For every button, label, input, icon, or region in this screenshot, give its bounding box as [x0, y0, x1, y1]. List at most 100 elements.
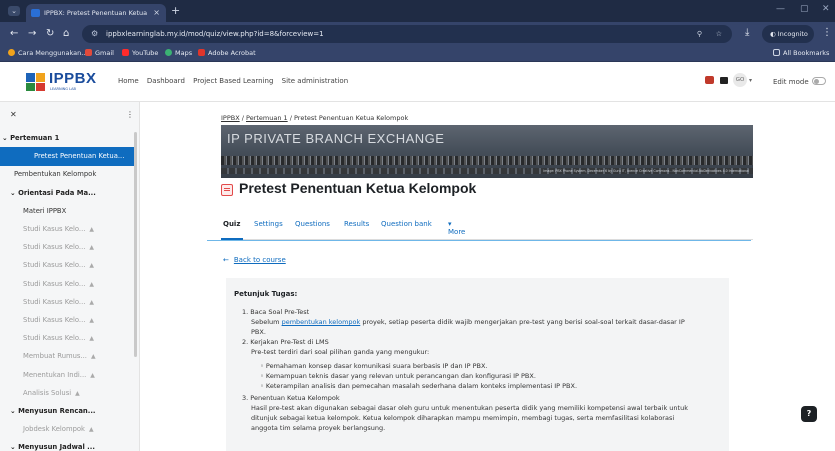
tab-results[interactable]: Results	[344, 220, 369, 228]
page-title: Pretest Penentuan Ketua Kelompok	[239, 180, 477, 196]
reload-icon[interactable]: ↻	[46, 28, 54, 39]
bookmark-item[interactable]: Adobe Acrobat	[198, 49, 256, 57]
folder-icon	[773, 49, 780, 56]
drawer-options-icon[interactable]: ⋮	[126, 110, 134, 119]
bookmark-star-icon[interactable]: ☆	[716, 25, 722, 43]
nav-project-based-learning[interactable]: Project Based Learning	[193, 77, 273, 85]
bookmark-item[interactable]: Gmail	[85, 49, 114, 57]
sidebar-item[interactable]: Analisis Solusi ▲	[0, 384, 134, 403]
chevron-down-icon[interactable]: ⌄	[10, 407, 18, 415]
breadcrumb-section[interactable]: Pertemuan 1	[246, 114, 288, 122]
breadcrumb-course[interactable]: IPPBX	[221, 114, 240, 122]
tab-quiz[interactable]: Quiz	[223, 220, 240, 228]
bookmark-label: Maps	[175, 49, 193, 57]
forward-arrow-icon[interactable]: →	[28, 28, 36, 39]
chevron-down-icon[interactable]: ⌄	[2, 134, 10, 142]
bookmark-item[interactable]: Cara Menggunakan...	[8, 49, 87, 57]
close-tab-icon[interactable]: ×	[153, 4, 160, 22]
sidebar-section[interactable]: ⌄ Menyusun Rencan...	[0, 402, 134, 421]
sidebar-item[interactable]: Materi IPPBX	[0, 202, 134, 221]
sidebar-item-label: Materi IPPBX	[23, 206, 67, 215]
sidebar-item[interactable]: Studi Kasus Kelo... ▲	[0, 275, 134, 294]
sidebar-item[interactable]: Studi Kasus Kelo... ▲	[0, 256, 134, 275]
step-1-text-pre: Sebelum	[251, 318, 282, 326]
user-menu-chevron-icon[interactable]: ▾	[749, 77, 752, 84]
bullet-text: Keterampilan analisis dan pemecahan masa…	[265, 382, 578, 390]
header-icons	[705, 76, 729, 86]
sidebar-item[interactable]: Membuat Rumus... ▲	[0, 347, 134, 366]
browser-tab[interactable]: IPPBX: Pretest Penentuan Ketua ×	[26, 4, 166, 22]
sidebar-section[interactable]: ⌄ Menyusun Jadwal ...	[0, 438, 134, 451]
tab-more-label: More	[448, 228, 466, 236]
sidebar-scrollbar[interactable]	[134, 132, 137, 357]
bookmark-label: Adobe Acrobat	[208, 49, 256, 57]
bookmarks-bar: Cara Menggunakan... Gmail YouTube Maps A…	[0, 46, 835, 62]
arrow-left-icon: ←	[223, 256, 229, 264]
chevron-down-icon[interactable]: ⌄	[10, 189, 18, 197]
browser-menu-icon[interactable]: ⋮	[822, 27, 832, 38]
messages-icon[interactable]	[720, 77, 729, 84]
quiz-intro-box: Petunjuk Tugas: 1. Baca Soal Pre-Test Se…	[226, 278, 729, 451]
pembentukan-kelompok-link[interactable]: pembentukan kelompok	[282, 318, 361, 326]
incognito-badge[interactable]: ◐ Incognito	[762, 25, 814, 43]
nav-home[interactable]: Home	[118, 77, 139, 85]
all-bookmarks-label: All Bookmarks	[783, 49, 830, 57]
download-icon[interactable]: ⤓	[745, 27, 749, 38]
new-tab-icon[interactable]: +	[171, 4, 180, 17]
close-drawer-icon[interactable]: ✕	[10, 110, 17, 119]
site-header: IPPBX LEARNING LAB Home Dashboard Projec…	[0, 62, 835, 102]
tab-question-bank[interactable]: Question bank	[381, 220, 432, 228]
sidebar-section[interactable]: ⌄ Orientasi Pada Ma...	[0, 184, 134, 203]
sidebar-item[interactable]: Menentukan Indi... ▲	[0, 366, 134, 385]
restricted-icon: ▲	[89, 298, 95, 306]
help-button[interactable]: ?	[801, 406, 817, 422]
instructions-heading: Petunjuk Tugas:	[234, 290, 298, 298]
window-close-icon[interactable]: ✕	[822, 4, 830, 14]
avatar[interactable]: GO	[733, 73, 747, 87]
sidebar-item[interactable]: Jobdesk Kelompok ▲	[0, 420, 134, 439]
tab-title: IPPBX: Pretest Penentuan Ketua	[44, 9, 148, 17]
maximize-icon[interactable]: ▢	[800, 4, 809, 14]
home-icon[interactable]: ⌂	[63, 28, 69, 39]
restricted-icon: ▲	[89, 244, 95, 252]
zoom-icon[interactable]: ⚲	[697, 25, 702, 43]
nav-dashboard[interactable]: Dashboard	[147, 77, 185, 85]
back-arrow-icon[interactable]: ←	[10, 28, 18, 39]
sidebar-item[interactable]: Studi Kasus Kelo... ▲	[0, 329, 134, 348]
sidebar-item[interactable]: Pretest Penentuan Ketua...	[0, 147, 134, 167]
restricted-icon: ▲	[89, 226, 95, 233]
step-1-text-cont: PBX.	[251, 328, 266, 336]
bullet-item: ◦ Pemahaman konsep dasar komunikasi suar…	[260, 362, 487, 370]
tab-questions[interactable]: Questions	[295, 220, 330, 228]
tab-more[interactable]: More ▾	[448, 220, 465, 236]
sidebar-item[interactable]: Studi Kasus Kelo... ▲	[0, 311, 134, 330]
bookmark-item[interactable]: YouTube	[122, 49, 158, 57]
sidebar-item-label: Jobdesk Kelompok	[23, 425, 85, 434]
chevron-down-icon[interactable]: ⌄	[10, 443, 18, 451]
sidebar-item-label: Pertemuan 1	[10, 134, 60, 142]
notifications-icon[interactable]	[705, 76, 714, 84]
edit-mode-toggle[interactable]: Edit mode	[773, 77, 826, 86]
site-info-icon[interactable]: ⚙	[91, 25, 98, 43]
minimize-icon[interactable]: —	[776, 4, 785, 14]
toggle-switch[interactable]	[811, 77, 826, 85]
sidebar-item-label: Pretest Penentuan Ketua...	[34, 152, 125, 161]
nav-site-administration[interactable]: Site administration	[282, 77, 349, 85]
logo-mark-icon	[26, 73, 46, 91]
tab-settings[interactable]: Settings	[254, 220, 283, 228]
sidebar-item[interactable]: Studi Kasus Kelo... ▲	[0, 220, 134, 239]
sidebar-section[interactable]: ⌄ Pertemuan 1	[0, 129, 134, 148]
divider	[207, 240, 751, 241]
url-input[interactable]: ⚙ ippbxlearninglab.my.id/mod/quiz/view.p…	[82, 25, 732, 43]
back-to-course-link[interactable]: ← Back to course	[223, 256, 286, 264]
sidebar-item[interactable]: Studi Kasus Kelo... ▲	[0, 293, 134, 312]
tab-search-icon[interactable]: ⌄	[8, 6, 20, 16]
sidebar-item[interactable]: Studi Kasus Kelo... ▲	[0, 238, 134, 257]
banner-credit: Image: PBX Phone System, December 6 by G…	[543, 169, 749, 173]
sidebar-item-label: Studi Kasus Kelo...	[23, 334, 86, 343]
all-bookmarks[interactable]: All Bookmarks	[773, 49, 829, 57]
sidebar-item[interactable]: Pembentukan Kelompok	[0, 165, 134, 184]
secondary-navigation: Quiz Settings Questions Results Question…	[221, 212, 753, 240]
step-3-text-end: anggota tim selama proyek berlangsung.	[251, 424, 386, 432]
bookmark-item[interactable]: Maps	[165, 49, 192, 57]
